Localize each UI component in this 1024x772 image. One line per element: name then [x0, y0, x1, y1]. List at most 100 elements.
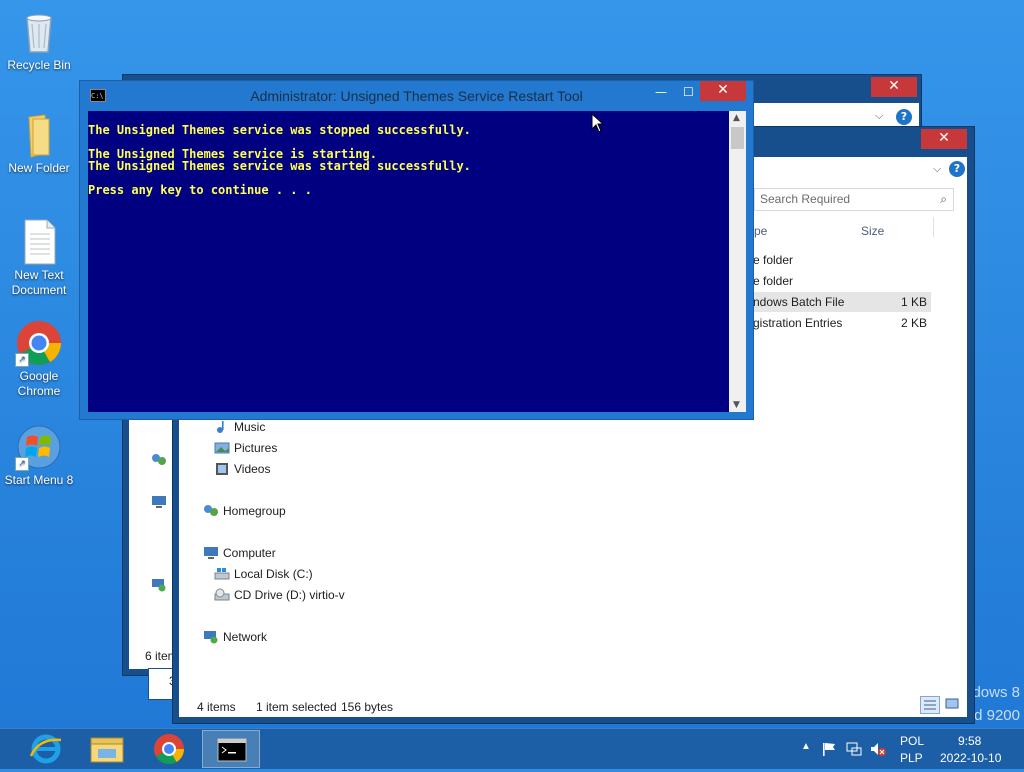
- maximize-button[interactable]: ☐: [683, 85, 697, 99]
- file-type: e folder: [753, 274, 794, 288]
- local-disk-icon: [214, 567, 230, 581]
- console-line: Press any key to continue . . .: [88, 183, 312, 197]
- nav-item-computer[interactable]: Computer: [203, 544, 276, 562]
- file-size: 2 KB: [900, 316, 927, 330]
- help-icon[interactable]: ?: [949, 161, 965, 177]
- computer-icon: [203, 546, 219, 560]
- nav-item-pictures[interactable]: Pictures: [214, 439, 277, 457]
- network-icon[interactable]: [845, 741, 863, 757]
- command-prompt-icon: [217, 738, 247, 762]
- search-input[interactable]: Search Required ⌕: [754, 188, 954, 211]
- nav-label: Homegroup: [223, 504, 286, 518]
- nav-label: Computer: [223, 546, 276, 560]
- text-document-icon: [15, 218, 63, 266]
- close-button[interactable]: ✕: [921, 129, 967, 149]
- console-window[interactable]: C:\ Administrator: Unsigned Themes Servi…: [79, 80, 754, 420]
- clock-date[interactable]: 2022-10-10: [940, 751, 1001, 765]
- desktop-icon-label: Recycle Bin: [7, 58, 71, 72]
- status-item-count: 4 items: [197, 700, 236, 714]
- file-row[interactable]: e folder: [753, 271, 931, 291]
- nav-item-network[interactable]: Network: [203, 628, 267, 646]
- column-header-type[interactable]: pe: [754, 224, 767, 238]
- pictures-icon: [214, 441, 230, 455]
- nav-item-videos[interactable]: Videos: [214, 460, 270, 478]
- desktop-icon-label: Google Chrome: [17, 369, 61, 398]
- cd-drive-icon: [214, 588, 230, 602]
- volume-muted-icon[interactable]: [869, 741, 887, 757]
- search-icon[interactable]: ⌕: [940, 189, 947, 209]
- file-type: gistration Entries: [753, 316, 843, 330]
- scrollbar-thumb[interactable]: [731, 127, 744, 149]
- show-hidden-icons-button[interactable]: ▲: [801, 741, 811, 752]
- start-menu-8-icon: ↗: [15, 423, 63, 471]
- chevron-down-icon[interactable]: ⌵: [875, 109, 883, 123]
- music-icon: [214, 420, 230, 434]
- column-header-size[interactable]: Size: [861, 224, 884, 238]
- recycle-bin-icon: [15, 8, 63, 56]
- console-line: The Unsigned Themes service was started …: [88, 159, 471, 173]
- folder-icon: [15, 111, 63, 159]
- nav-label: Videos: [234, 462, 271, 476]
- nav-item-cd-drive[interactable]: CD Drive (D:) virtio-v: [214, 586, 345, 604]
- file-type: e folder: [753, 253, 794, 267]
- nav-item-local-disk[interactable]: Local Disk (C:): [214, 565, 313, 583]
- minimize-button[interactable]: —: [655, 85, 669, 99]
- file-explorer-icon: [90, 737, 124, 763]
- nav-label: Local Disk (C:): [234, 567, 313, 581]
- search-placeholder: Search Required: [760, 192, 851, 206]
- nav-label: Pictures: [234, 441, 278, 455]
- desktop-icon-label: New Text Document: [11, 268, 67, 297]
- close-button[interactable]: ✕: [871, 77, 917, 97]
- help-icon[interactable]: ?: [896, 109, 912, 125]
- file-size: 1 KB: [900, 295, 927, 309]
- homegroup-icon: [151, 453, 167, 467]
- column-divider: [933, 217, 934, 237]
- desktop-icon-new-folder[interactable]: New Folder: [2, 111, 76, 176]
- desktop-icon-label: Start Menu 8: [4, 473, 74, 487]
- action-center-flag-icon[interactable]: [821, 741, 837, 757]
- nav-item-homegroup[interactable]: Homegroup: [203, 502, 286, 520]
- status-selection: 1 item selected: [256, 700, 337, 714]
- videos-icon: [214, 462, 230, 476]
- clock-time[interactable]: 9:58: [958, 734, 981, 748]
- mouse-cursor-icon: [591, 112, 605, 133]
- console-line: The Unsigned Themes service was stopped …: [88, 123, 471, 137]
- taskbar-google-chrome[interactable]: [140, 730, 198, 768]
- taskbar-file-explorer[interactable]: [78, 730, 136, 768]
- internet-explorer-icon: [29, 734, 62, 764]
- chevron-down-icon[interactable]: ⌵: [933, 162, 941, 176]
- nav-label: Music: [234, 420, 266, 434]
- language-indicator-line1[interactable]: POL: [900, 734, 924, 748]
- scroll-up-arrow-icon[interactable]: ▲: [733, 113, 740, 123]
- computer-icon: [151, 495, 167, 509]
- desktop-icon-label: New Folder: [8, 161, 70, 175]
- vertical-scrollbar[interactable]: ▲ ▼: [729, 111, 746, 412]
- file-row[interactable]: gistration Entries 2 KB: [753, 313, 931, 333]
- desktop-icon-new-text-document[interactable]: New Text Document: [2, 218, 76, 298]
- nav-label: CD Drive (D:) virtio-v: [234, 588, 345, 602]
- status-size: 156 bytes: [341, 700, 394, 714]
- chrome-icon: [154, 734, 184, 765]
- taskbar-internet-explorer[interactable]: [17, 730, 75, 768]
- desktop-icon-recycle-bin[interactable]: Recycle Bin: [2, 8, 76, 73]
- language-indicator-line2[interactable]: PLP: [900, 751, 923, 765]
- desktop-icon-start-menu-8[interactable]: ↗ Start Menu 8: [2, 423, 76, 488]
- file-row-selected[interactable]: ndows Batch File 1 KB: [753, 292, 931, 312]
- large-icons-view-button[interactable]: [943, 696, 961, 714]
- details-view-button[interactable]: [920, 696, 940, 714]
- nav-label: Network: [223, 630, 268, 644]
- network-icon: [203, 630, 219, 644]
- chrome-icon: ↗: [15, 319, 63, 367]
- close-button[interactable]: ✕: [700, 81, 746, 101]
- scroll-down-arrow-icon[interactable]: ▼: [733, 400, 740, 410]
- console-output[interactable]: The Unsigned Themes service was stopped …: [88, 111, 729, 412]
- taskbar-command-prompt[interactable]: [202, 730, 260, 768]
- shortcut-arrow-icon: ↗: [15, 353, 29, 367]
- file-row[interactable]: e folder: [753, 250, 931, 270]
- network-icon: [151, 578, 167, 592]
- nav-item-music[interactable]: Music: [214, 418, 265, 436]
- window-title: Administrator: Unsigned Themes Service R…: [250, 88, 583, 104]
- desktop-icon-google-chrome[interactable]: ↗ Google Chrome: [2, 319, 76, 399]
- shortcut-arrow-icon: ↗: [15, 457, 29, 471]
- homegroup-icon: [203, 504, 219, 518]
